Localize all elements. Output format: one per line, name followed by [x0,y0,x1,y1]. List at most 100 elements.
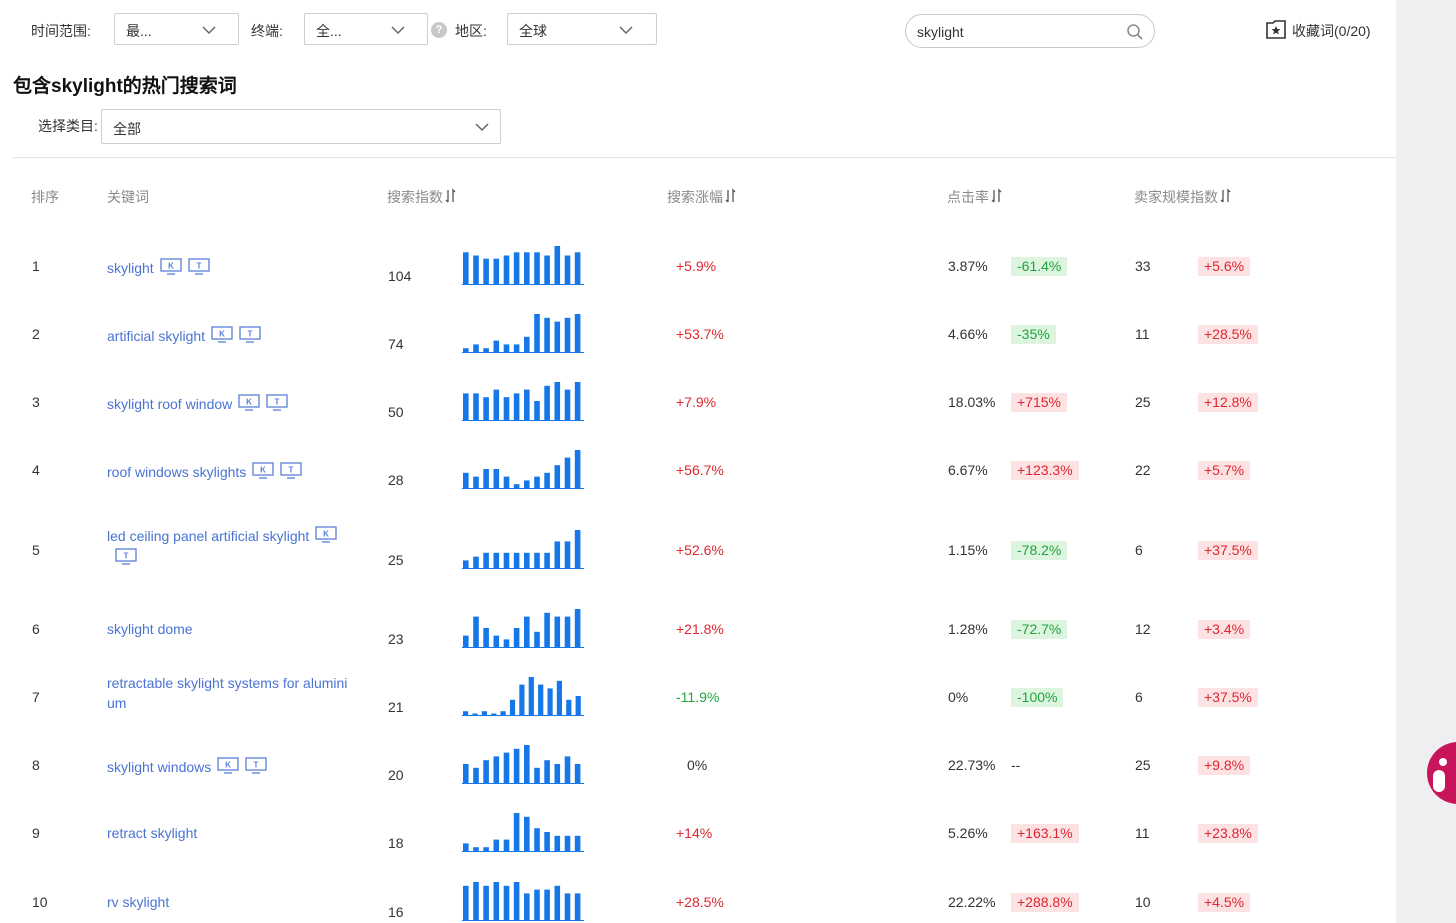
header-keyword-label: 关键词 [107,189,149,205]
seller-index-value: 22 [1135,462,1151,478]
keyword-t-icon[interactable]: T [280,462,302,480]
keyword-search-box[interactable] [905,14,1155,48]
ctr-value: 1.28% [948,621,988,637]
keyword-link[interactable]: skylight [107,260,154,276]
trend-bar [574,893,581,920]
monitor-icon: K [238,394,260,411]
keyword-link[interactable]: retractable skylight systems for alumini [107,673,347,693]
help-icon[interactable]: ? [431,22,447,38]
monitor-icon: K [211,326,233,343]
keyword-link[interactable]: um [107,693,347,713]
trend-bar [534,476,540,488]
seller-change-badge: +5.7% [1198,461,1251,480]
keyword-cell: led ceiling panel artificial skylight K T [107,526,337,566]
search-trend-chart [462,609,584,648]
trend-bar [574,314,581,352]
trend-bar [473,847,479,851]
seller-index-value: 6 [1135,542,1143,558]
search-input[interactable] [917,22,1117,42]
star-folder-icon [1266,20,1286,39]
keyword-link[interactable]: rv skylight [107,894,169,910]
keyword-link[interactable]: skylight roof window [107,396,232,412]
keyword-link[interactable]: skylight windows [107,759,211,775]
trend-bar [564,616,571,647]
trend-bar [519,684,525,715]
keyword-link[interactable]: artificial skylight [107,328,205,344]
keyword-k-icon[interactable]: K [211,326,233,344]
keyword-cell: skylight dome [107,621,193,637]
search-trend-chart [462,450,584,489]
trend-bar [493,756,500,783]
chevron-down-icon [619,26,633,35]
keyword-t-icon[interactable]: T [266,394,288,412]
time-range-value: 最... [126,23,152,39]
seller-index-value: 11 [1135,326,1150,342]
seller-index-value: 11 [1135,825,1150,841]
search-index-value: 20 [388,767,404,783]
keyword-link[interactable]: roof windows skylights [107,464,246,480]
trend-bar [524,616,530,647]
sort-icon[interactable] [725,188,737,204]
trend-bar [463,393,469,420]
trend-bar [513,344,520,352]
header-keyword: 关键词 [107,187,149,207]
trend-bar [544,612,550,647]
keyword-line: led ceiling panel artificial skylight K [107,526,337,544]
sort-icon[interactable] [445,188,457,204]
keyword-k-icon[interactable]: K [160,258,182,276]
keyword-t-icon[interactable]: T [239,326,261,344]
search-index-value: 74 [388,336,404,352]
chevron-down-icon [475,123,489,132]
rank-cell: 7 [32,689,40,705]
trend-bar [513,813,520,851]
sort-icon[interactable] [1220,188,1232,204]
trend-bar [493,258,500,284]
rank-cell: 9 [32,825,40,841]
trend-bar [574,382,581,420]
time-range-select[interactable]: 最... [114,13,239,45]
search-growth-value: +28.5% [676,894,724,910]
keyword-t-icon[interactable]: T [245,757,267,775]
keyword-link[interactable]: led ceiling panel artificial skylight [107,528,309,544]
trend-bar [503,476,510,488]
keyword-t-icon[interactable]: T [188,258,210,276]
ctr-value: 18.03% [948,394,996,410]
search-icon[interactable] [1126,23,1144,41]
keyword-k-icon[interactable]: K [238,394,260,412]
search-growth-value: +56.7% [676,462,724,478]
trend-bar [513,252,520,284]
keyword-k-icon[interactable]: K [315,526,337,544]
icon-letter: T [275,398,280,407]
keyword-link[interactable]: skylight dome [107,621,193,637]
trend-bar [493,882,500,920]
trend-bar [564,835,571,851]
monitor-icon: K [315,526,337,543]
keyword-link[interactable]: retract skylight [107,825,197,841]
trend-bar [473,393,479,420]
header-seller-index[interactable]: 卖家规模指数 [1134,187,1232,207]
sort-icon[interactable] [991,188,1003,204]
search-trend-chart [462,246,584,285]
trend-bar [493,839,500,851]
trend-bar [564,893,571,920]
keyword-t-icon[interactable]: T [115,548,137,566]
keyword-k-icon[interactable]: K [217,757,239,775]
trend-bar [463,635,469,647]
region-select[interactable]: 全球 [507,13,657,45]
keyword-line: T [109,548,337,566]
terminal-select[interactable]: 全... [304,13,428,45]
search-index-value: 50 [388,404,404,420]
header-search-index[interactable]: 搜索指数 [387,187,457,207]
monitor-icon: K [252,462,274,479]
trend-bar [554,321,561,352]
rank-cell: 1 [32,258,40,274]
header-ctr[interactable]: 点击率 [947,187,1003,207]
keyword-cell: rv skylight [107,894,169,910]
category-value: 全部 [113,121,141,137]
keyword-k-icon[interactable]: K [252,462,274,480]
monitor-icon: K [217,757,239,774]
trend-bar [524,389,530,420]
header-search-growth[interactable]: 搜索涨幅 [667,187,737,207]
icon-letter: K [260,466,266,475]
category-select[interactable]: 全部 [101,109,501,144]
